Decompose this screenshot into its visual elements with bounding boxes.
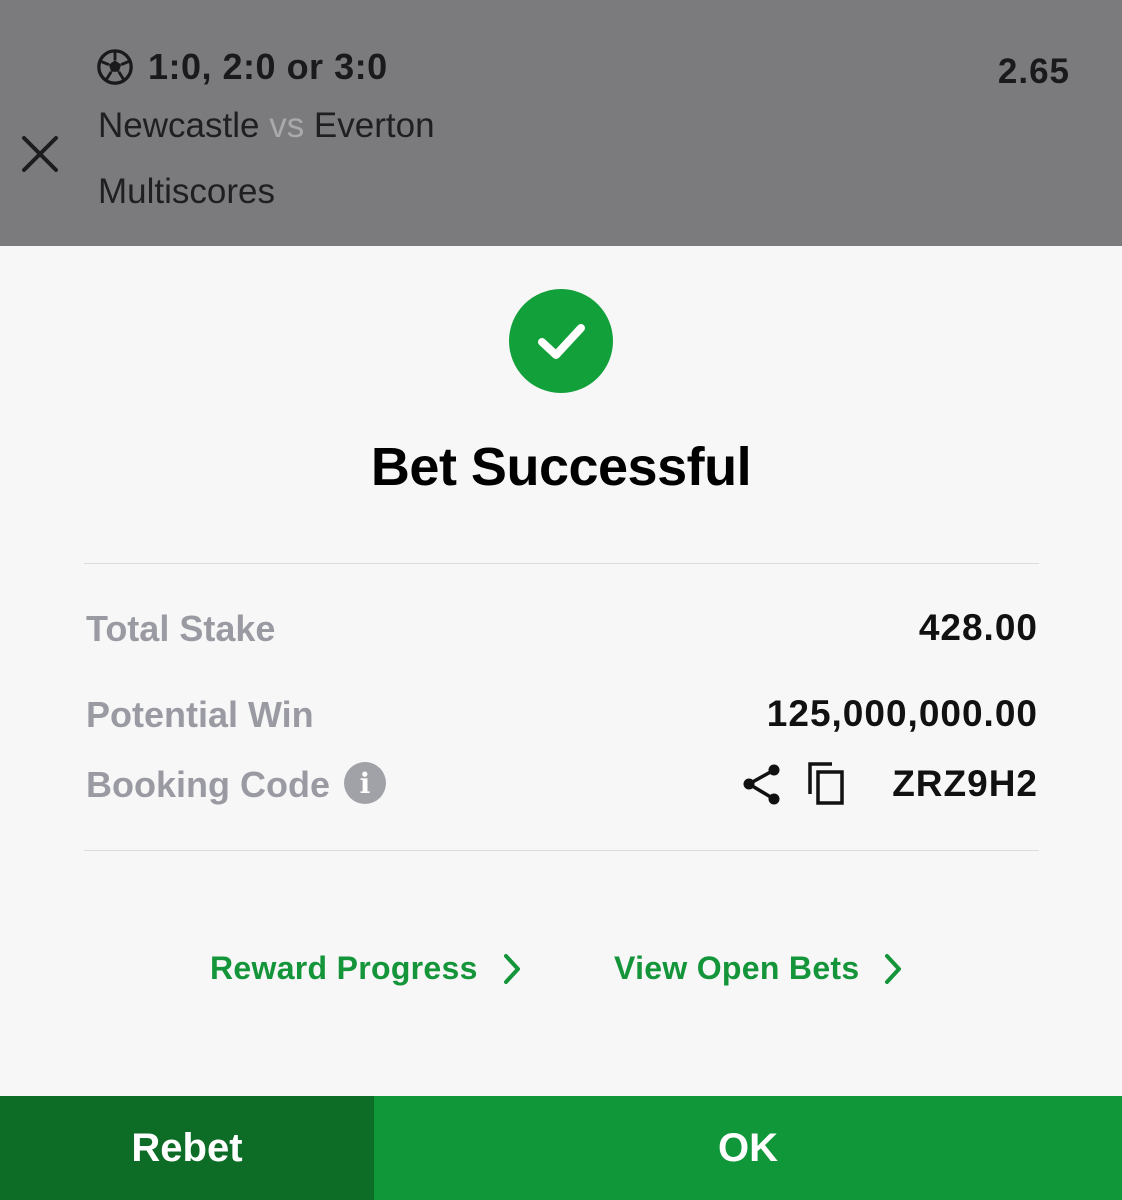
bottom-divider [84,850,1039,851]
info-icon[interactable]: i [344,762,386,804]
copy-icon[interactable] [804,760,848,806]
potential-win-label: Potential Win [86,694,314,735]
view-open-bets-link[interactable]: View Open Bets [614,950,903,987]
market-name: Multiscores [98,172,275,211]
share-icon[interactable] [740,762,784,806]
match-name: Newcastle vs Everton [98,106,435,146]
away-team: Everton [313,106,435,145]
reward-progress-label: Reward Progress [210,950,478,986]
chevron-right-icon [885,953,902,984]
potential-win-value: 125,000,000.00 [766,693,1038,734]
result-title: Bet Successful [370,437,752,497]
view-open-bets-label: View Open Bets [614,950,860,986]
success-badge [509,289,613,393]
total-stake-value: 428.00 [918,607,1038,648]
top-divider [84,563,1039,564]
home-team: Newcastle [98,106,260,145]
total-stake-label: Total Stake [86,608,276,649]
reward-progress-link[interactable]: Reward Progress [210,950,522,987]
booking-code-value: ZRZ9H2 [892,763,1038,804]
booking-code-label: Booking Code [86,764,330,805]
selection-odds: 2.65 [997,52,1070,91]
vs-separator: vs [269,106,305,145]
bet-selection-header: 1:0, 2:0 or 3:0 2.65 Newcastle vs Everto… [0,0,1122,246]
checkmark-icon [538,324,585,359]
soccer-ball-icon [97,49,133,85]
close-icon [22,136,58,172]
rebet-button[interactable]: Rebet [0,1096,374,1200]
ok-button[interactable]: OK [374,1096,1122,1200]
close-button[interactable] [14,128,66,180]
selection-name: 1:0, 2:0 or 3:0 [148,46,388,87]
selection-line: 1:0, 2:0 or 3:0 [96,46,388,88]
chevron-right-icon [503,953,520,984]
